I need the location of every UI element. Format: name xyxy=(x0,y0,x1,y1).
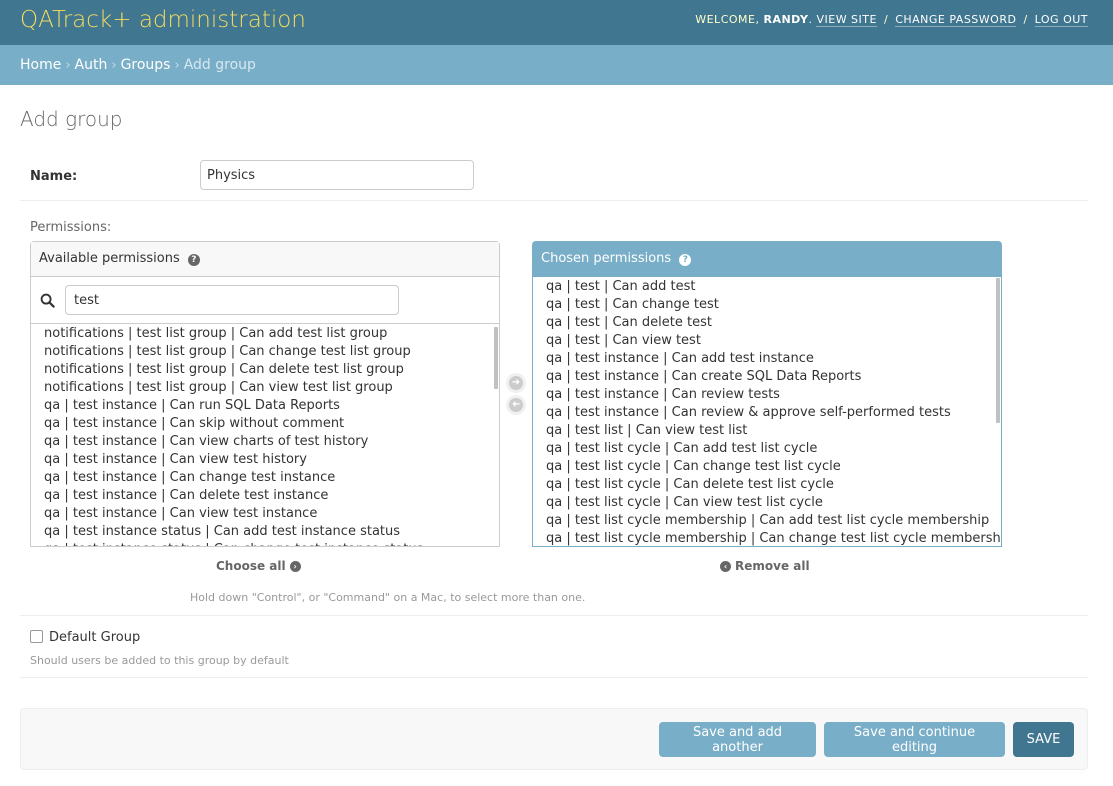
permission-option[interactable]: notifications | test list group | Can ad… xyxy=(44,325,499,343)
welcome-text: Welcome, xyxy=(695,13,760,26)
header: QATrack+ administration Welcome, Randy. … xyxy=(0,0,1113,45)
default-group-help: Should users be added to this group by d… xyxy=(30,654,289,667)
search-icon xyxy=(40,293,55,308)
selector-arrows: ➜ ➜ xyxy=(506,373,526,417)
name-label: Name: xyxy=(30,169,78,184)
chosen-permissions-list[interactable]: qa | test | Can add test qa | test | Can … xyxy=(533,277,1001,546)
permission-option[interactable]: qa | test | Can add test xyxy=(546,278,1001,296)
permission-option[interactable]: qa | test instance | Can review & approv… xyxy=(546,404,1001,422)
submit-row: Save and add another Save and continue e… xyxy=(20,708,1088,770)
permissions-label: Permissions: xyxy=(30,220,112,235)
remove-permission-button[interactable]: ➜ xyxy=(506,395,526,415)
name-input[interactable] xyxy=(200,160,474,190)
permission-option[interactable]: qa | test instance | Can change test ins… xyxy=(44,469,499,487)
permission-option[interactable]: notifications | test list group | Can de… xyxy=(44,361,499,379)
chevron-left-icon: ‹ xyxy=(720,560,731,572)
available-permissions-header: Available permissions ? xyxy=(31,242,499,277)
permission-option[interactable]: qa | test list cycle membership | Can ch… xyxy=(546,530,1001,546)
permission-option[interactable]: qa | test instance | Can run SQL Data Re… xyxy=(44,397,499,415)
view-site-link[interactable]: View site xyxy=(816,13,877,27)
user-tools: Welcome, Randy. View site / Change passw… xyxy=(695,13,1088,27)
choose-all-link[interactable]: Choose all › xyxy=(216,559,301,573)
help-icon[interactable]: ? xyxy=(187,254,200,266)
breadcrumb: Home › Auth › Groups › Add group xyxy=(0,45,1113,85)
user-name: Randy xyxy=(763,13,809,26)
permission-option[interactable]: qa | test instance | Can view test insta… xyxy=(44,505,499,523)
available-permissions-title: Available permissions xyxy=(39,251,180,266)
separator: / xyxy=(1023,13,1028,26)
page-title: Add group xyxy=(20,107,123,131)
breadcrumb-current: Add group xyxy=(183,57,256,73)
available-permissions-list[interactable]: notifications | test list group | Can ad… xyxy=(31,324,499,546)
permission-option[interactable]: qa | test instance | Can review tests xyxy=(546,386,1001,404)
remove-all-link[interactable]: ‹ Remove all xyxy=(720,559,810,573)
breadcrumb-auth[interactable]: Auth xyxy=(75,57,108,73)
breadcrumb-separator: › xyxy=(174,57,180,73)
chosen-permissions-header: Chosen permissions ? xyxy=(533,242,1001,277)
arrow-right-icon: ➜ xyxy=(509,376,523,390)
brand-title[interactable]: QATrack+ administration xyxy=(20,7,306,33)
choose-all-label: Choose all xyxy=(216,559,286,573)
permission-option[interactable]: qa | test list | Can view test list xyxy=(546,422,1001,440)
breadcrumb-groups[interactable]: Groups xyxy=(121,57,171,73)
permission-option[interactable]: qa | test instance | Can create SQL Data… xyxy=(546,368,1001,386)
permission-option[interactable]: qa | test list cycle | Can add test list… xyxy=(546,440,1001,458)
permission-option[interactable]: notifications | test list group | Can vi… xyxy=(44,379,499,397)
save-and-continue-button[interactable]: Save and continue editing xyxy=(824,722,1005,757)
permission-option[interactable]: qa | test list cycle | Can change test l… xyxy=(546,458,1001,476)
log-out-link[interactable]: Log out xyxy=(1034,13,1088,27)
separator: / xyxy=(883,13,889,26)
permission-option[interactable]: qa | test instance | Can skip without co… xyxy=(44,415,499,433)
chosen-permissions-box: Chosen permissions ? qa | test | Can add… xyxy=(532,241,1002,547)
chevron-right-icon: › xyxy=(289,560,301,572)
default-group-row: Default Group Should users be added to t… xyxy=(20,616,1088,678)
breadcrumb-home[interactable]: Home xyxy=(20,57,61,73)
permission-option[interactable]: qa | test instance | Can add test instan… xyxy=(546,350,1001,368)
permission-option[interactable]: qa | test list cycle | Can view test lis… xyxy=(546,494,1001,512)
permission-option[interactable]: qa | test list cycle | Can delete test l… xyxy=(546,476,1001,494)
save-button[interactable]: SAVE xyxy=(1013,722,1074,757)
permission-option[interactable]: notifications | test list group | Can ch… xyxy=(44,343,499,361)
save-and-add-another-button[interactable]: Save and add another xyxy=(659,722,816,757)
available-permissions-box: Available permissions ? notifications | … xyxy=(30,241,500,547)
available-scrollbar[interactable] xyxy=(494,327,498,389)
default-group-checkbox[interactable] xyxy=(30,630,43,643)
breadcrumb-separator: › xyxy=(65,57,71,73)
permission-option[interactable]: qa | test instance | Can view charts of … xyxy=(44,433,499,451)
permission-option[interactable]: qa | test instance status | Can change t… xyxy=(44,541,499,546)
arrow-left-icon: ➜ xyxy=(509,398,523,412)
permission-option[interactable]: qa | test instance | Can delete test ins… xyxy=(44,487,499,505)
remove-all-label: Remove all xyxy=(735,559,810,573)
permission-option[interactable]: qa | test instance status | Can add test… xyxy=(44,523,499,541)
permission-option[interactable]: qa | test | Can view test xyxy=(546,332,1001,350)
breadcrumb-separator: › xyxy=(111,57,117,73)
permission-option[interactable]: qa | test instance | Can view test histo… xyxy=(44,451,499,469)
name-row: Name: xyxy=(20,160,1088,201)
help-icon[interactable]: ? xyxy=(679,254,692,266)
permissions-row: Permissions: Available permissions ? not… xyxy=(20,201,1088,616)
permissions-help-text: Hold down "Control", or "Command" on a M… xyxy=(190,591,586,604)
chosen-permissions-title: Chosen permissions xyxy=(541,251,672,266)
default-group-label[interactable]: Default Group xyxy=(49,630,140,645)
permission-option[interactable]: qa | test | Can delete test xyxy=(546,314,1001,332)
add-permission-button[interactable]: ➜ xyxy=(506,373,526,393)
permission-option[interactable]: qa | test | Can change test xyxy=(546,296,1001,314)
change-password-link[interactable]: Change password xyxy=(895,13,1017,27)
permission-filter-input[interactable] xyxy=(65,285,399,315)
chosen-scrollbar[interactable] xyxy=(996,278,1000,423)
content: Add group Name: Permissions: Available p… xyxy=(0,107,1113,770)
permission-option[interactable]: qa | test list cycle membership | Can ad… xyxy=(546,512,1001,530)
filter-row xyxy=(31,277,499,324)
